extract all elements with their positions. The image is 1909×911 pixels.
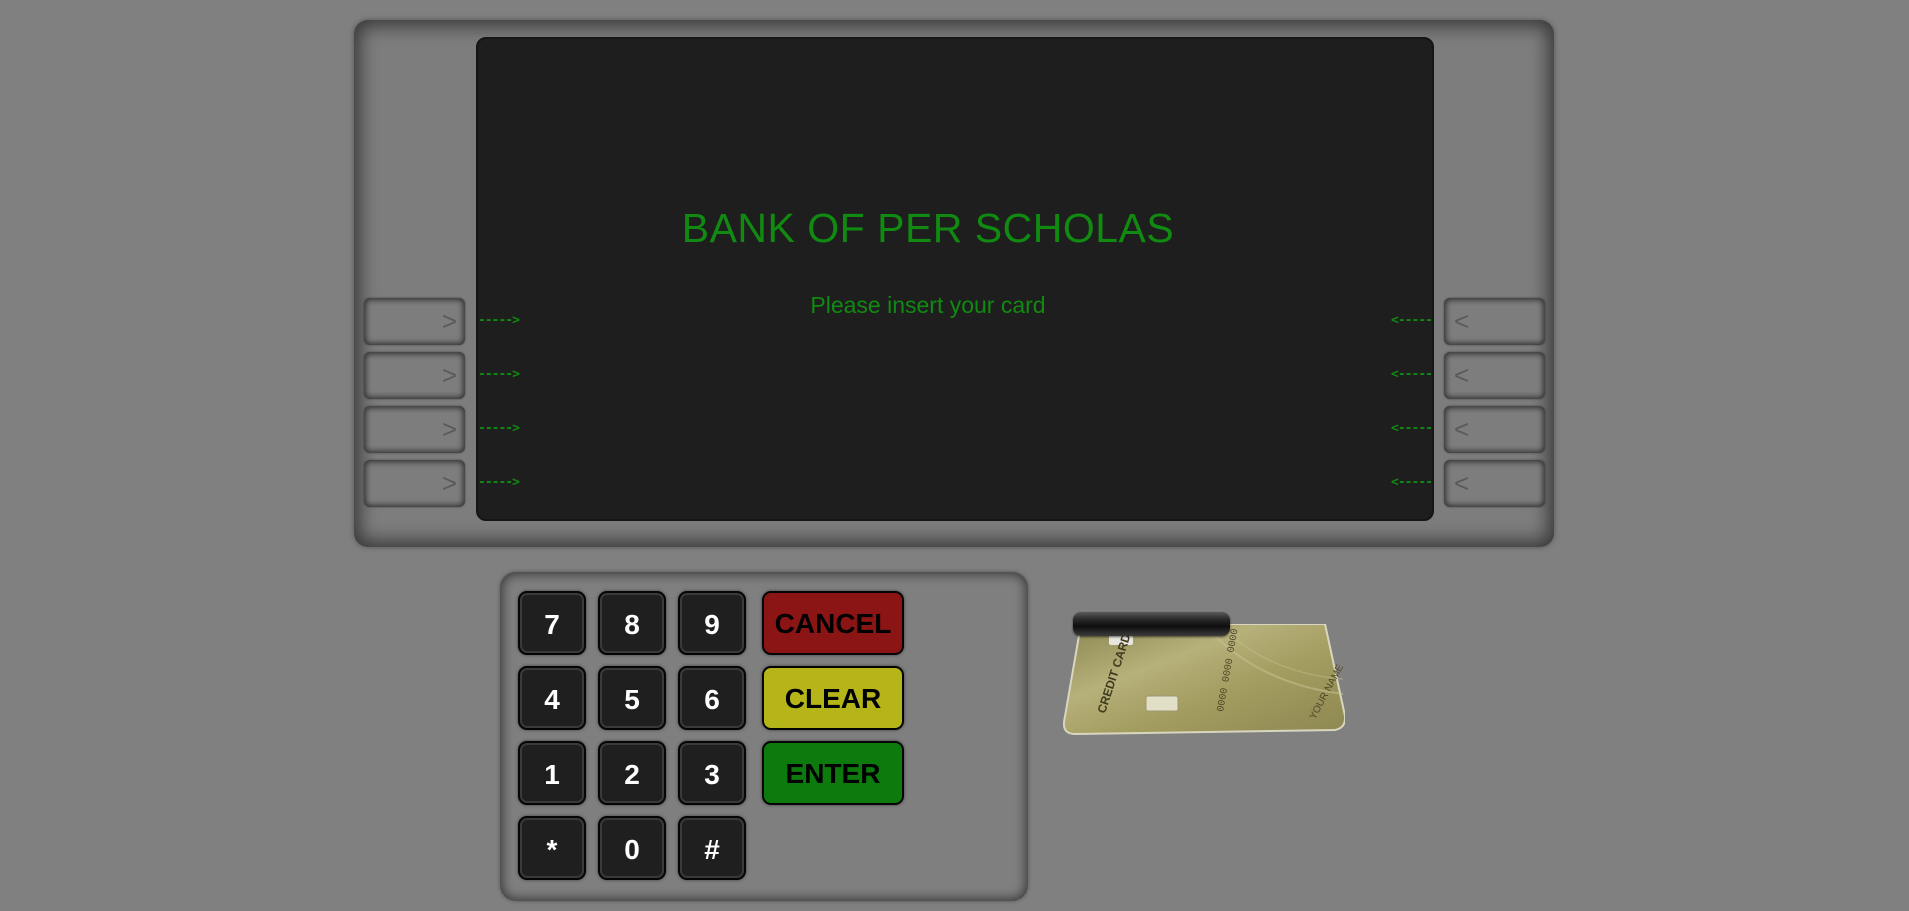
key-7[interactable]: 7 — [518, 591, 586, 655]
atm-page: BANK OF PER SCHOLAS Please insert your c… — [0, 0, 1909, 911]
right-side-button-2[interactable]: < — [1444, 352, 1545, 399]
left-side-button-4[interactable]: > — [364, 460, 465, 507]
right-arrow-3: <----- — [1391, 421, 1433, 436]
key-3[interactable]: 3 — [678, 741, 746, 805]
left-side-button-1[interactable]: > — [364, 298, 465, 345]
right-side-button-1[interactable]: < — [1444, 298, 1545, 345]
credit-card[interactable]: CREDIT CARD 0000 0000 0000 0000 YOUR NAM… — [1063, 624, 1345, 736]
key-4[interactable]: 4 — [518, 666, 586, 730]
key-6[interactable]: 6 — [678, 666, 746, 730]
atm-screen: BANK OF PER SCHOLAS Please insert your c… — [476, 37, 1434, 521]
key-8[interactable]: 8 — [598, 591, 666, 655]
left-arrow-4: -----> — [478, 475, 520, 490]
card-slot — [1073, 612, 1230, 636]
left-side-button-3[interactable]: > — [364, 406, 465, 453]
right-side-button-4[interactable]: < — [1444, 460, 1545, 507]
keypad: 7 8 9 4 5 6 1 2 3 * 0 # CANCEL CLEAR ENT… — [500, 572, 1028, 901]
key-star[interactable]: * — [518, 816, 586, 880]
right-arrow-2: <----- — [1391, 367, 1433, 382]
bank-title: BANK OF PER SCHOLAS — [681, 205, 1175, 251]
key-2[interactable]: 2 — [598, 741, 666, 805]
left-arrow-1: -----> — [478, 313, 520, 328]
key-0[interactable]: 0 — [598, 816, 666, 880]
card-chip — [1145, 695, 1179, 712]
key-9[interactable]: 9 — [678, 591, 746, 655]
screen-message: Please insert your card — [810, 292, 1046, 318]
enter-button[interactable]: ENTER — [762, 741, 904, 805]
right-arrow-1: <----- — [1391, 313, 1433, 328]
key-1[interactable]: 1 — [518, 741, 586, 805]
right-arrow-4: <----- — [1391, 475, 1433, 490]
left-side-button-2[interactable]: > — [364, 352, 465, 399]
cancel-button[interactable]: CANCEL — [762, 591, 904, 655]
clear-button[interactable]: CLEAR — [762, 666, 904, 730]
left-arrow-3: -----> — [478, 421, 520, 436]
key-5[interactable]: 5 — [598, 666, 666, 730]
right-side-button-3[interactable]: < — [1444, 406, 1545, 453]
key-hash[interactable]: # — [678, 816, 746, 880]
left-arrow-2: -----> — [478, 367, 520, 382]
